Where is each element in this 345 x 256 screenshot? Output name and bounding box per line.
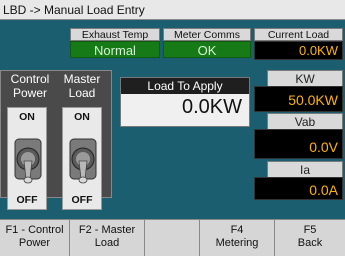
master-load-off-label: OFF [71, 194, 93, 206]
control-power-switch[interactable]: ON OFF [7, 107, 47, 210]
current-load-value: 0.0KW [254, 41, 343, 60]
f3-blank-button[interactable] [145, 220, 200, 256]
exhaust-temp-value: Normal [70, 41, 160, 58]
f1-control-power-button[interactable]: F1 - Control Power [0, 220, 70, 256]
control-power-on-label: ON [19, 111, 35, 123]
control-power-off-label: OFF [16, 194, 38, 206]
exhaust-temp-label: Exhaust Temp [70, 28, 160, 41]
f2-master-load-button[interactable]: F2 - Master Load [70, 220, 145, 256]
window-title: LBD -> Manual Load Entry [0, 0, 345, 20]
f5-back-button[interactable]: F5 Back [275, 220, 345, 256]
vab-value: 0.0V [254, 129, 343, 159]
function-key-bar: F1 - Control Power F2 - Master Load F4 M… [0, 219, 345, 256]
master-load-label: Master Load [63, 72, 101, 100]
control-power-label: Control Power [10, 72, 50, 100]
ia-value: 0.0A [254, 177, 343, 200]
f4-metering-button[interactable]: F4 Metering [200, 220, 275, 256]
load-to-apply-box[interactable]: Load To Apply 0.0KW [120, 77, 250, 127]
kw-value: 50.0KW [254, 86, 343, 112]
meter-comms-label: Meter Comms [163, 28, 251, 41]
load-to-apply-label: Load To Apply [121, 78, 249, 94]
master-load-switch[interactable]: ON OFF [62, 107, 102, 210]
toggle-switch-icon [14, 138, 42, 184]
meter-comms-value: OK [163, 41, 251, 58]
toggle-switch-icon [69, 138, 97, 184]
current-load-label: Current Load [254, 28, 343, 41]
load-to-apply-value: 0.0KW [181, 96, 242, 118]
master-load-on-label: ON [74, 111, 90, 123]
hmi-screen: LBD -> Manual Load Entry Exhaust Temp No… [0, 0, 345, 256]
